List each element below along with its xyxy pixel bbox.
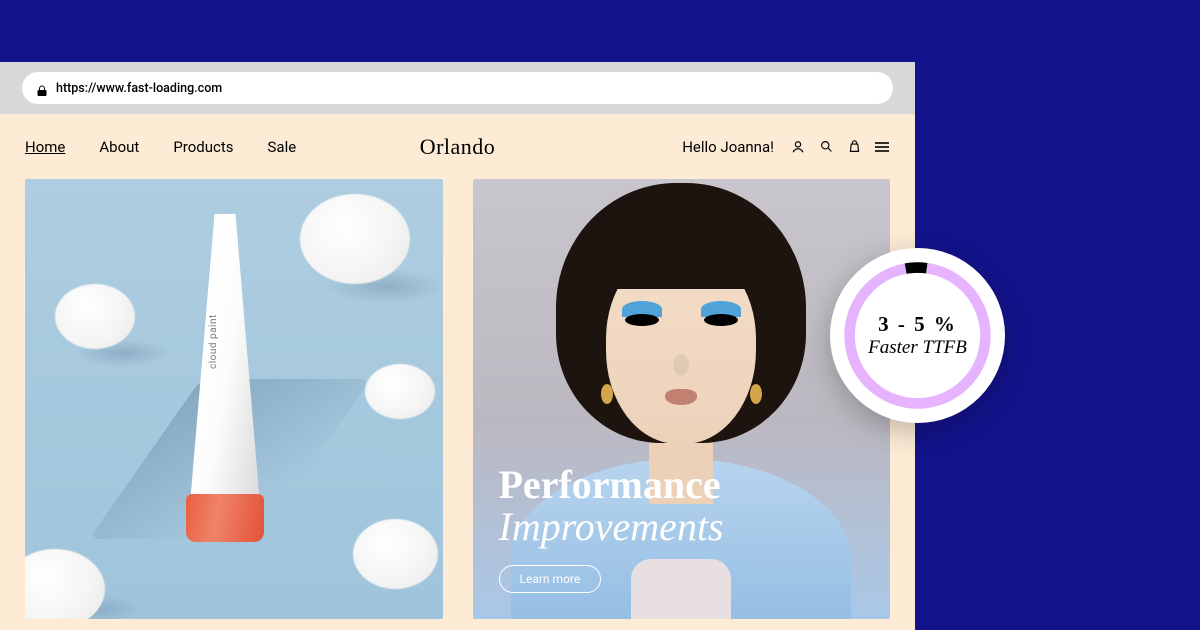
lock-icon (36, 82, 48, 94)
hero-card-product[interactable]: cloud paint (25, 179, 443, 619)
nav-products[interactable]: Products (173, 138, 233, 156)
nav-sale[interactable]: Sale (268, 138, 297, 156)
decorative-puff (353, 519, 438, 589)
product-label: cloud paint (208, 314, 219, 369)
search-icon[interactable] (818, 139, 834, 155)
header-actions: Hello Joanna! (682, 138, 890, 156)
badge-subtitle: Faster TTFB (868, 337, 967, 359)
menu-icon[interactable] (874, 139, 890, 155)
badge-stat: 3 - 5 % (868, 312, 967, 337)
bag-icon[interactable] (846, 139, 862, 155)
hero-overlay: Performance Improvements Learn more (499, 465, 724, 593)
browser-chrome: https://www.fast-loading.com (0, 62, 915, 114)
hero-grid: cloud paint Performance Improvements Lea… (0, 179, 915, 619)
hero-card-portrait[interactable]: Performance Improvements Learn more (473, 179, 891, 619)
storefront: Home About Products Sale Orlando Hello J… (0, 114, 915, 630)
nav-about[interactable]: About (99, 138, 139, 156)
hero-title-line1: Performance (499, 465, 724, 505)
user-greeting: Hello Joanna! (682, 138, 774, 156)
primary-nav: Home About Products Sale (25, 138, 296, 156)
brand-logo[interactable]: Orlando (420, 134, 496, 160)
site-header: Home About Products Sale Orlando Hello J… (0, 114, 915, 179)
nav-home[interactable]: Home (25, 138, 65, 156)
decorative-puff (300, 194, 410, 284)
product-tube: cloud paint (180, 214, 270, 554)
performance-badge: 3 - 5 % Faster TTFB (830, 248, 1005, 423)
url-text: https://www.fast-loading.com (56, 81, 222, 96)
account-icon[interactable] (790, 139, 806, 155)
decorative-puff (25, 549, 105, 619)
learn-more-button[interactable]: Learn more (499, 565, 602, 593)
hero-title-line2: Improvements (499, 505, 724, 549)
decorative-puff (55, 284, 135, 349)
url-bar[interactable]: https://www.fast-loading.com (22, 72, 893, 104)
decorative-puff (365, 364, 435, 419)
